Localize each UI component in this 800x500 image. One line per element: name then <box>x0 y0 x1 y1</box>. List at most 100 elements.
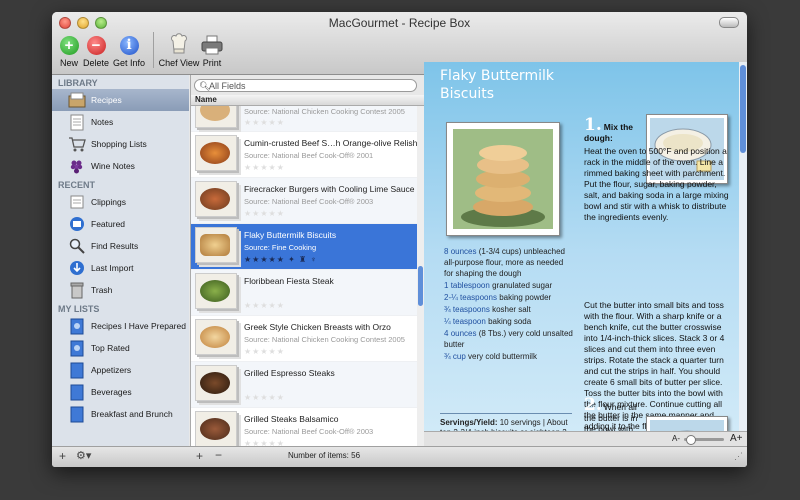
recent-header: RECENT <box>58 180 96 190</box>
remove-recipe-button[interactable]: − <box>215 448 222 462</box>
row-title: Grilled Steaks Balsamico <box>244 414 339 424</box>
biscuit-photo <box>453 129 553 229</box>
chef-view-button[interactable]: Chef View <box>159 33 199 68</box>
minus-icon: − <box>86 36 106 55</box>
window-title: MacGourmet - Recipe Box <box>328 16 471 30</box>
ingredient-unit[interactable]: ounces <box>451 329 477 338</box>
add-recipe-button[interactable]: + <box>196 449 203 463</box>
ingredient-unit[interactable]: tablespoon <box>451 281 490 290</box>
step-1-body: Heat the oven to 500°F and position a ra… <box>584 146 729 222</box>
sidebar-item-find-results[interactable]: Find Results <box>52 235 189 257</box>
text-smaller-button[interactable]: A- <box>672 434 680 443</box>
ingredient-qty: 2-¼ <box>444 293 458 302</box>
table-row[interactable]: Cumin-crusted Beef S…h Orange-olive Reli… <box>191 132 417 178</box>
table-row[interactable]: Greek Style Chicken Breasts with Orzo So… <box>191 316 417 362</box>
recipe-photo[interactable] <box>446 122 560 236</box>
ingredient-text: kosher salt <box>492 305 531 314</box>
step-2-number: 2. <box>584 395 602 415</box>
ingredient-text: baking soda <box>488 317 532 326</box>
servings-label: Servings/Yield: <box>440 418 498 427</box>
sidebar-item-notes[interactable]: Notes <box>52 111 189 133</box>
ingredient-qty: ¾ <box>444 305 451 314</box>
ingredient-item: 4 ounces (8 Tbs.) very cold unsalted but… <box>444 328 574 350</box>
import-icon <box>67 259 86 278</box>
table-row[interactable]: Grilled Espresso Steaks ★★★★★ <box>191 362 417 408</box>
row-rating[interactable]: ★★★★★ ✦ ♜ ♆ <box>244 255 317 264</box>
sidebar-item-appetizers[interactable]: Appetizers <box>52 359 189 381</box>
sidebar-item-label: Breakfast and Brunch <box>91 409 173 419</box>
resize-grip-icon[interactable]: ⋰ <box>734 451 743 462</box>
name-column-header[interactable]: Name <box>191 95 424 106</box>
get-info-button[interactable]: i Get Info <box>110 36 148 68</box>
recipe-list-pane: 🔍︎ All Fields Name Source: National Chic… <box>190 75 425 447</box>
get-info-label: Get Info <box>112 58 146 68</box>
sidebar-item-breakfast-and-brunch[interactable]: Breakfast and Brunch <box>52 403 189 425</box>
text-size-slider[interactable] <box>684 435 724 445</box>
row-rating[interactable]: ★★★★★ <box>244 118 285 127</box>
notes-icon <box>67 113 86 132</box>
print-button[interactable]: Print <box>199 35 225 68</box>
recipe-thumbnail <box>195 181 237 217</box>
toolbar-toggle-button[interactable] <box>719 17 739 28</box>
sidebar-item-wine-notes[interactable]: Wine Notes <box>52 155 189 177</box>
gear-icon[interactable]: ⚙▾ <box>76 449 91 462</box>
sidebar-item-recipes-i-have-prepared[interactable]: Recipes I Have Prepared <box>52 315 189 337</box>
add-list-button[interactable]: + <box>59 449 66 463</box>
row-rating[interactable]: ★★★★★ <box>244 347 285 356</box>
delete-button[interactable]: − Delete <box>83 36 109 68</box>
recipe-thumbnail <box>195 319 237 355</box>
ingredient-unit[interactable]: ounces <box>451 247 477 256</box>
recipe-thumbnail <box>195 106 237 128</box>
library-header: LIBRARY <box>58 78 98 88</box>
table-row-selected[interactable]: Flaky Buttermilk Biscuits Source: Fine C… <box>191 224 417 270</box>
text-size-knob[interactable] <box>686 435 696 445</box>
list-scroll-knob[interactable] <box>418 266 423 306</box>
sidebar-item-label: Wine Notes <box>91 161 135 171</box>
recipe-title: Flaky Buttermilk Biscuits <box>440 68 554 102</box>
search-placeholder: All Fields <box>209 81 246 91</box>
sidebar-item-top-rated[interactable]: Top Rated <box>52 337 189 359</box>
list-icon <box>67 405 86 424</box>
detail-scroll-knob[interactable] <box>740 65 746 153</box>
table-row[interactable]: Grilled Steaks Balsamico Source: Nationa… <box>191 408 417 447</box>
row-rating[interactable]: ★★★★★ <box>244 393 285 402</box>
step-1-text-narrow: Heat the oven to 500°F and position a ra… <box>584 146 729 223</box>
chef-hat-icon <box>171 33 187 54</box>
recipe-rows: Source: National Chicken Cooking Contest… <box>191 106 417 447</box>
table-row[interactable]: Floribbean Fiesta Steak ★★★★★ <box>191 270 417 316</box>
shopping-cart-icon <box>67 135 86 154</box>
ingredient-qty: 4 <box>444 329 449 338</box>
table-row[interactable]: Firecracker Burgers with Cooling Lime Sa… <box>191 178 417 224</box>
sidebar-item-last-import[interactable]: Last Import <box>52 257 189 279</box>
row-rating[interactable]: ★★★★★ <box>244 163 285 172</box>
text-larger-button[interactable]: A+ <box>730 433 743 444</box>
plus-icon: + <box>59 36 79 55</box>
row-title: Greek Style Chicken Breasts with Orzo <box>244 322 391 332</box>
recipe-box-icon <box>67 91 86 110</box>
ingredient-unit[interactable]: teaspoon <box>453 317 486 326</box>
list-scrollbar[interactable] <box>417 106 424 447</box>
sidebar-item-recipes[interactable]: Recipes <box>52 89 189 111</box>
row-rating[interactable]: ★★★★★ <box>244 209 285 218</box>
sidebar-item-shopping-lists[interactable]: Shopping Lists <box>52 133 189 155</box>
sidebar-item-label: Last Import <box>91 263 134 273</box>
new-button[interactable]: + New <box>56 36 82 68</box>
row-source: Source: National Beef Cook-Off® 2003 <box>244 427 374 436</box>
row-title: Cumin-crusted Beef S…h Orange-olive Reli… <box>244 138 417 148</box>
detail-scrollbar[interactable] <box>739 62 747 432</box>
sidebar-item-featured[interactable]: Featured <box>52 213 189 235</box>
row-title: Floribbean Fiesta Steak <box>244 276 334 286</box>
table-row[interactable]: Source: National Chicken Cooking Contest… <box>191 106 417 132</box>
ingredient-unit[interactable]: teaspoons <box>453 305 490 314</box>
ingredient-unit[interactable]: cup <box>453 352 466 361</box>
ingredient-unit[interactable]: teaspoons <box>460 293 497 302</box>
ingredient-text: baking powder <box>499 293 552 302</box>
sidebar-item-trash[interactable]: Trash <box>52 279 189 301</box>
sidebar-item-beverages[interactable]: Beverages <box>52 381 189 403</box>
my-lists-header: MY LISTS <box>58 304 100 314</box>
search-field[interactable]: 🔍︎ All Fields <box>194 79 417 92</box>
search-bar: 🔍︎ All Fields <box>191 75 424 95</box>
recipe-thumbnail <box>195 273 237 309</box>
row-rating[interactable]: ★★★★★ <box>244 301 285 310</box>
sidebar-item-clippings[interactable]: Clippings <box>52 191 189 213</box>
